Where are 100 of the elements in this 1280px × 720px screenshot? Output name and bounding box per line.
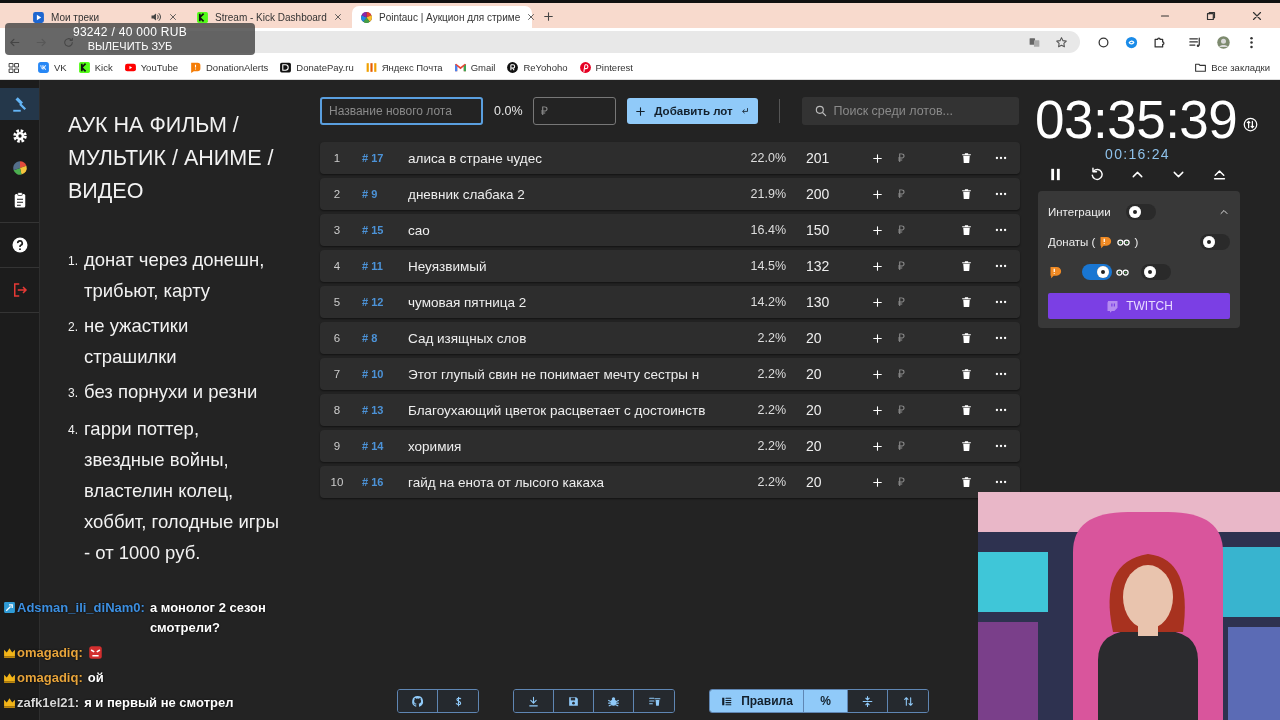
- new-tab-icon[interactable]: [542, 10, 555, 23]
- toggle-switch[interactable]: [1200, 234, 1230, 250]
- trash-icon[interactable]: [960, 331, 973, 345]
- toggle-button[interactable]: %: [804, 690, 848, 712]
- trash-icon[interactable]: [960, 187, 973, 201]
- lot-id: # 16: [361, 476, 385, 488]
- list-number: 3.: [68, 385, 79, 402]
- lot-name: гайд на енота от лысого какаха: [408, 474, 606, 490]
- toggle-switch[interactable]: [1141, 264, 1171, 280]
- plus-icon[interactable]: [871, 403, 884, 417]
- lot-id: # 12: [361, 296, 385, 308]
- plus-icon[interactable]: [871, 367, 884, 381]
- trash-icon[interactable]: [960, 439, 973, 453]
- profile-icon[interactable]: [1216, 34, 1231, 50]
- chat-message: а монолог 2 сезон смотрели?: [149, 599, 267, 637]
- row-number: 8: [332, 404, 342, 416]
- r-logo-icon: [506, 61, 520, 74]
- lot-percent: 16.4%: [749, 223, 786, 237]
- elapsed-time: 00:16:24: [1104, 146, 1171, 162]
- toolbar-button[interactable]: [848, 690, 888, 712]
- plus-icon[interactable]: [871, 151, 884, 165]
- apps-icon[interactable]: [8, 61, 20, 74]
- extension-icon[interactable]: [1124, 34, 1139, 50]
- toolbar-button[interactable]: [594, 690, 634, 712]
- star-icon[interactable]: [1055, 35, 1068, 49]
- amount-field[interactable]: ₽: [532, 97, 616, 125]
- twitch-button[interactable]: TWITCH: [1048, 293, 1230, 319]
- amount-field[interactable]: ₽: [892, 439, 944, 453]
- rule-text: гарри поттер, звездные войны, властелин колец, хоббит, голодные игры - от 1000 руб.: [84, 417, 281, 565]
- enter-icon: [739, 106, 750, 116]
- speaker-icon[interactable]: [150, 11, 162, 23]
- translate-icon[interactable]: [1028, 35, 1041, 49]
- plus-icon[interactable]: [871, 187, 884, 201]
- all-bookmarks-link[interactable]: Все закладки: [1194, 61, 1270, 74]
- toolbar-button[interactable]: [888, 690, 928, 712]
- close-icon[interactable]: [332, 12, 343, 22]
- toolbar-button[interactable]: [398, 690, 438, 712]
- chat-username: omagadiq:: [17, 669, 83, 687]
- lot-name-field[interactable]: Название нового лота: [320, 97, 483, 125]
- bookmark-link[interactable]: Яндекс Почта: [364, 61, 443, 74]
- angry-emote-icon: [87, 645, 103, 660]
- amount-field[interactable]: ₽: [892, 223, 944, 237]
- lot-name: Неуязвимый: [408, 258, 488, 274]
- plus-icon[interactable]: [871, 295, 884, 309]
- plus-icon[interactable]: [871, 475, 884, 489]
- bug-icon: [607, 694, 620, 708]
- close-icon[interactable]: [526, 12, 537, 22]
- plus-icon[interactable]: [871, 223, 884, 237]
- add-lot-button[interactable]: Добавить лот: [626, 98, 758, 124]
- folder-icon: [1194, 61, 1208, 74]
- trash-icon[interactable]: [960, 259, 973, 273]
- toggle-switch[interactable]: [1082, 264, 1112, 280]
- twitch-icon: [1105, 298, 1121, 314]
- lot-id: # 14: [361, 440, 385, 452]
- bookmark-link[interactable]: VK: [37, 61, 67, 74]
- bookmark-link[interactable]: Kick: [77, 61, 113, 74]
- browser-tab[interactable]: Stream - Kick Dashboard: [188, 6, 350, 28]
- toolbar-button[interactable]: [514, 690, 554, 712]
- swap-icon[interactable]: [1243, 116, 1259, 132]
- toggle-switch[interactable]: [1125, 204, 1156, 220]
- amount-field[interactable]: ₽: [892, 187, 944, 201]
- trash-icon[interactable]: [960, 295, 973, 309]
- amount-field[interactable]: ₽: [892, 151, 944, 165]
- lot-name: Сад изящных слов: [408, 330, 528, 346]
- bookmark-link[interactable]: DonatePay.ru: [279, 61, 354, 74]
- browser-tab[interactable]: Pointauc | Аукцион для стриме: [352, 6, 532, 28]
- bookmark-link[interactable]: ReYohoho: [506, 61, 568, 74]
- amount-field[interactable]: ₽: [892, 295, 944, 309]
- toolbar-button[interactable]: [634, 690, 674, 712]
- percent-text: 0.0%: [494, 104, 523, 118]
- amount-field[interactable]: ₽: [892, 367, 944, 381]
- trash-icon[interactable]: [960, 403, 973, 417]
- toggle-button[interactable]: Правила: [710, 690, 804, 712]
- amount-field[interactable]: ₽: [892, 259, 944, 273]
- trash-icon[interactable]: [960, 151, 973, 165]
- bookmark-link[interactable]: Pinterest: [578, 61, 633, 74]
- amount-field[interactable]: ₽: [892, 403, 944, 417]
- kick-icon: [196, 10, 209, 24]
- bookmark-link[interactable]: DonationAlerts: [189, 61, 269, 74]
- toolbar-button[interactable]: [438, 690, 478, 712]
- plus-icon[interactable]: [871, 439, 884, 453]
- bookmark-link[interactable]: YouTube: [123, 61, 178, 74]
- toolbar-button[interactable]: [554, 690, 594, 712]
- lot-name: Этот глупый свин не понимает мечту сестры н: [408, 366, 701, 382]
- amount-field[interactable]: ₽: [892, 331, 944, 345]
- bookmark-link[interactable]: Gmail: [453, 61, 496, 74]
- row-number: 9: [332, 440, 342, 452]
- plus-icon[interactable]: [871, 259, 884, 273]
- amount-field[interactable]: ₽: [892, 475, 944, 489]
- crown-icon: [3, 696, 16, 709]
- circle-icon[interactable]: [1096, 34, 1111, 50]
- lot-name: алиса в стране чудес: [408, 150, 543, 166]
- plus-icon[interactable]: [871, 331, 884, 345]
- trash-icon[interactable]: [960, 475, 973, 489]
- trash-icon[interactable]: [960, 223, 973, 237]
- close-icon[interactable]: [168, 12, 178, 22]
- row-number: 4: [332, 260, 342, 272]
- search-field[interactable]: Поиск среди лотов...: [801, 97, 1019, 125]
- lot-percent: 14.5%: [749, 259, 786, 273]
- trash-icon[interactable]: [960, 367, 973, 381]
